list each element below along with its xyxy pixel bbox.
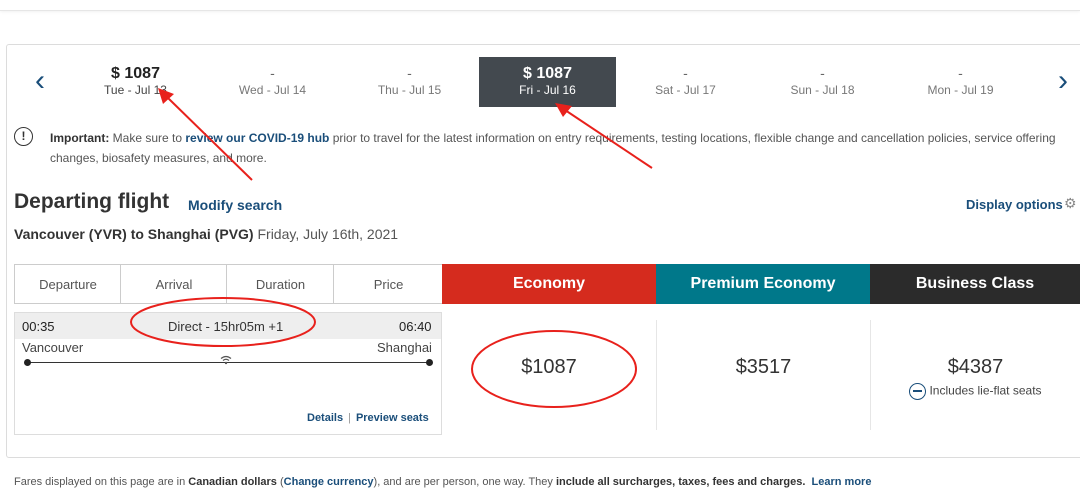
annotation-arrow-line (167, 97, 253, 181)
annotation-ellipse-economy (471, 330, 637, 408)
annotation-ellipse-duration (130, 297, 316, 347)
annotation-arrowhead (555, 103, 572, 117)
red-annotation-overlay (130, 88, 653, 408)
annotation-arrow-line (561, 107, 653, 169)
